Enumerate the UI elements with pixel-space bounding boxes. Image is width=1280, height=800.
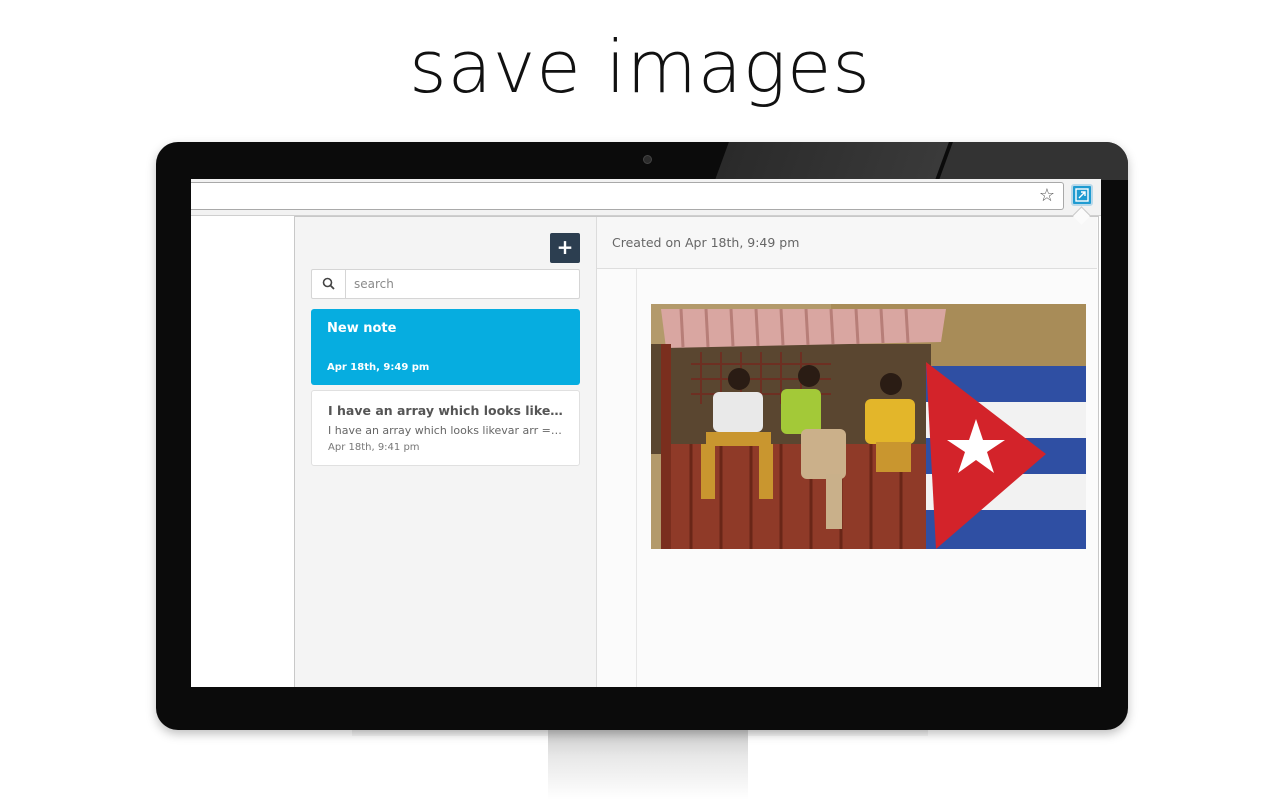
photo-illustration xyxy=(651,304,1086,549)
note-date: Apr 18th, 9:41 pm xyxy=(328,442,420,453)
note-title: New note xyxy=(327,321,397,336)
created-timestamp: Created on Apr 18th, 9:49 pm xyxy=(612,235,800,250)
page-headline: save images xyxy=(409,25,871,109)
note-date: Apr 18th, 9:49 pm xyxy=(327,362,430,373)
note-header: Created on Apr 18th, 9:49 pm xyxy=(597,217,1097,269)
note-image[interactable] xyxy=(651,304,1086,549)
note-item-active[interactable]: New note Apr 18th, 9:49 pm xyxy=(311,309,580,385)
star-icon[interactable]: ☆ xyxy=(1039,186,1055,206)
note-item[interactable]: I have an array which looks likevar arr … xyxy=(311,390,580,466)
note-extension-icon-glyph xyxy=(1075,188,1089,202)
add-note-button[interactable]: + xyxy=(550,233,580,263)
search-input[interactable] xyxy=(346,270,576,298)
address-bar[interactable]: ☆ xyxy=(191,182,1064,210)
browser-screen: ☆ + New note Apr 18th xyxy=(191,179,1101,687)
bezel-glare-secondary xyxy=(939,142,1128,180)
search-icon[interactable] xyxy=(312,270,346,298)
monitor-stand xyxy=(548,728,748,800)
editor-gutter xyxy=(636,269,637,687)
webcam-icon xyxy=(643,155,652,164)
notes-sidebar: + New note Apr 18th, 9:49 pm I have an a… xyxy=(295,217,597,687)
browser-toolbar: ☆ xyxy=(191,179,1101,216)
bezel-glare xyxy=(715,142,949,180)
note-title: I have an array which looks likevar arr … xyxy=(328,403,563,418)
note-extension-icon[interactable] xyxy=(1071,184,1093,206)
note-preview: I have an array which looks likevar arr … xyxy=(328,424,563,437)
notes-popup: + New note Apr 18th, 9:49 pm I have an a… xyxy=(294,216,1099,687)
search-box xyxy=(311,269,580,299)
